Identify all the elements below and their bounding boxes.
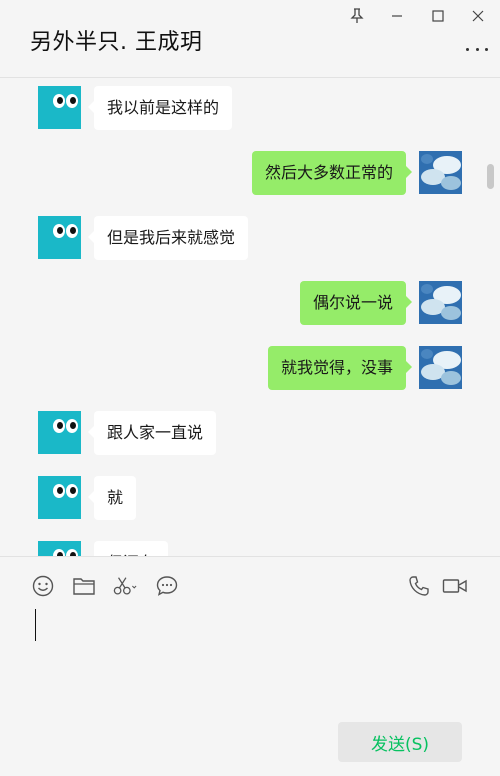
contact-avatar[interactable] (38, 476, 81, 519)
message-sent: 偶尔说一说 (0, 281, 500, 327)
scrollbar-thumb[interactable] (487, 164, 494, 189)
message-bubble[interactable]: 但还有 (94, 541, 169, 556)
send-button[interactable]: 发送(S) (338, 722, 462, 762)
contact-avatar[interactable] (38, 216, 81, 259)
close-icon (472, 10, 484, 22)
contact-avatar[interactable] (38, 411, 81, 454)
message-input[interactable] (30, 607, 470, 707)
message-bubble[interactable]: 但是我后来就感觉 (87, 216, 249, 260)
text-cursor (35, 609, 36, 641)
message-received: 就 (0, 476, 500, 522)
chat-title: 另外半只. 王成玥 (30, 30, 203, 55)
chat-bubble-icon (156, 576, 178, 596)
more-icon[interactable] (466, 42, 488, 56)
chat-header: 另外半只. 王成玥 (0, 0, 500, 78)
emoji-button[interactable] (31, 574, 55, 598)
my-avatar[interactable] (419, 281, 462, 324)
my-avatar[interactable] (419, 151, 462, 194)
minimize-icon (392, 15, 402, 17)
message-bubble[interactable]: 跟人家一直说 (87, 411, 217, 455)
scissors-icon (113, 577, 137, 595)
screenshot-button[interactable] (113, 574, 137, 598)
emoji-icon (32, 575, 54, 597)
message-list[interactable]: 我以前是这样的 然后大多数正常的 但是我后来就感觉 偶尔说一说 就我觉得，没事 … (0, 79, 500, 556)
message-bubble[interactable]: 就 (87, 476, 137, 520)
pin-icon (350, 8, 364, 23)
chat-history-button[interactable] (155, 574, 179, 598)
input-area: 发送(S) (0, 556, 500, 776)
message-bubble[interactable]: 我以前是这样的 (87, 86, 233, 130)
maximize-button[interactable] (425, 4, 451, 28)
folder-icon (73, 578, 95, 595)
video-call-icon (442, 579, 467, 593)
contact-avatar[interactable] (38, 86, 81, 129)
contact-avatar[interactable] (38, 541, 81, 556)
voice-call-button[interactable] (407, 574, 431, 598)
message-sent: 就我觉得，没事 (0, 346, 500, 392)
video-call-button[interactable] (442, 574, 468, 598)
close-button[interactable] (465, 4, 491, 28)
pin-button[interactable] (344, 4, 370, 28)
message-received: 但是我后来就感觉 (0, 216, 500, 262)
my-avatar[interactable] (419, 346, 462, 389)
message-received: 跟人家一直说 (0, 411, 500, 457)
message-sent: 然后大多数正常的 (0, 151, 500, 197)
message-bubble[interactable]: 就我觉得，没事 (267, 346, 413, 390)
minimize-button[interactable] (384, 4, 410, 28)
message-bubble[interactable]: 偶尔说一说 (299, 281, 413, 325)
message-received: 但还有 (0, 541, 500, 556)
maximize-icon (432, 10, 444, 22)
phone-icon (409, 576, 429, 596)
message-bubble[interactable]: 然后大多数正常的 (251, 151, 413, 195)
message-received: 我以前是这样的 (0, 86, 500, 132)
file-button[interactable] (72, 574, 96, 598)
